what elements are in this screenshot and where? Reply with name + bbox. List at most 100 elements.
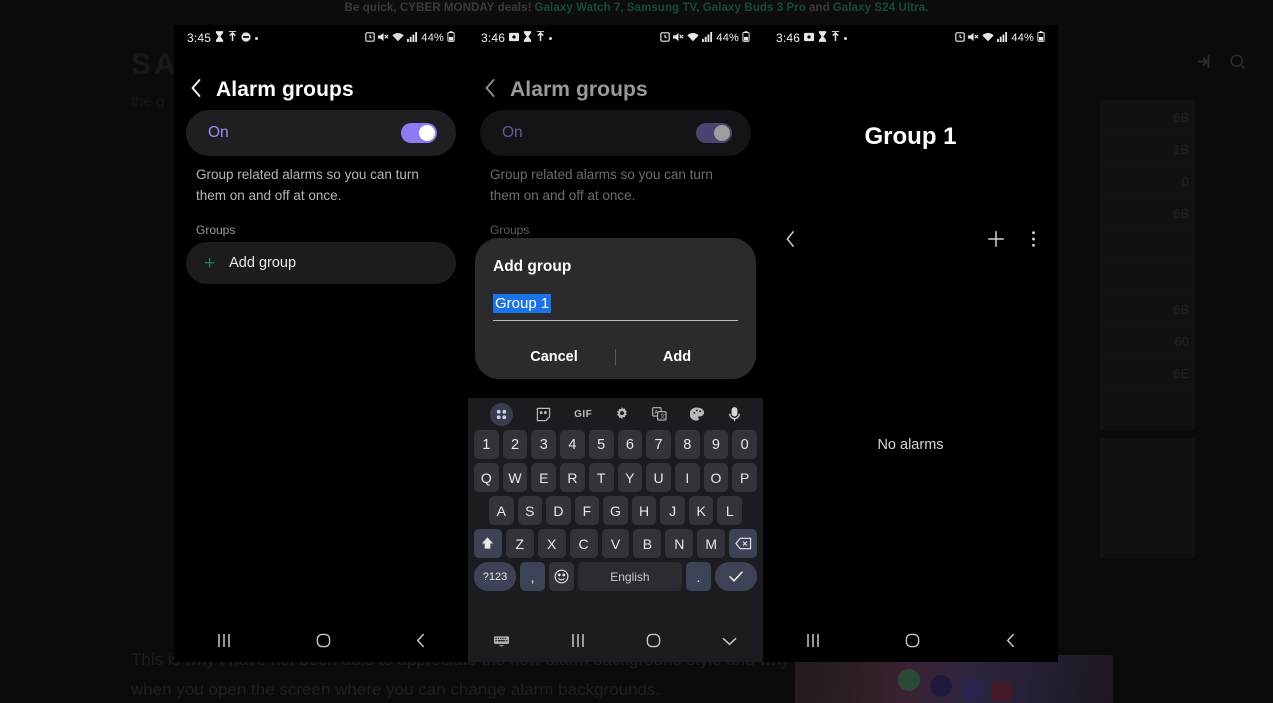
settings-icon[interactable] xyxy=(615,407,629,421)
key-c[interactable]: C xyxy=(569,529,598,558)
group-name-field[interactable]: Group 1 xyxy=(493,294,738,321)
status-time: 3:45 xyxy=(187,31,212,45)
space-key[interactable]: English xyxy=(577,562,683,591)
hide-keyboard-icon[interactable] xyxy=(494,634,509,652)
key-u[interactable]: U xyxy=(646,463,671,492)
app-bar: Alarm groups xyxy=(468,70,763,110)
key-r[interactable]: R xyxy=(560,463,585,492)
upload-icon xyxy=(228,30,237,45)
key-s[interactable]: S xyxy=(517,496,543,525)
back-arrow-icon[interactable] xyxy=(785,230,796,253)
alarm-icon xyxy=(365,31,376,45)
back-icon[interactable] xyxy=(415,633,426,653)
group-name-input-value[interactable]: Group 1 xyxy=(493,294,552,313)
promo-banner: Be quick, CYBER MONDAY deals! Galaxy Wat… xyxy=(0,0,1273,15)
search-icon[interactable] xyxy=(1228,52,1247,71)
key-v[interactable]: V xyxy=(601,529,630,558)
camera-app-icon xyxy=(992,682,1012,702)
shift-icon[interactable] xyxy=(474,529,502,558)
key-l[interactable]: L xyxy=(717,496,743,525)
promo-link-tv[interactable]: Samsung TV, xyxy=(627,2,700,14)
battery-percent: 44% xyxy=(716,32,739,44)
recents-icon[interactable] xyxy=(570,633,586,653)
keyboard-modes-icon[interactable] xyxy=(490,402,514,426)
key-n[interactable]: N xyxy=(665,529,694,558)
alarm-groups-toggle-card[interactable]: On xyxy=(480,110,751,156)
alarm-groups-toggle-card[interactable]: On xyxy=(186,110,456,156)
back-arrow-icon[interactable] xyxy=(484,78,496,103)
sticker-icon[interactable] xyxy=(536,407,551,422)
key-1[interactable]: 1 xyxy=(473,430,499,459)
key-i[interactable]: I xyxy=(674,463,700,492)
back-arrow-icon[interactable] xyxy=(190,78,202,103)
description-text: Group related alarms so you can turn the… xyxy=(196,167,419,203)
promo-link-buds[interactable]: Galaxy Buds 3 Pro xyxy=(703,2,806,14)
table-row: 6B xyxy=(1100,198,1195,230)
recents-icon[interactable] xyxy=(216,633,232,653)
plus-icon[interactable] xyxy=(987,230,1005,253)
key-x[interactable]: X xyxy=(537,529,566,558)
back-icon[interactable] xyxy=(1005,633,1016,653)
theme-icon[interactable] xyxy=(689,407,705,421)
keyboard-row-top: Q W E R T Y U I O P xyxy=(471,463,760,492)
key-z[interactable]: Z xyxy=(505,529,534,558)
key-a[interactable]: A xyxy=(488,496,514,525)
add-group-button[interactable]: + Add group xyxy=(186,242,456,284)
svg-text:文: 文 xyxy=(660,413,666,421)
toggle-switch[interactable] xyxy=(696,123,732,143)
home-icon[interactable] xyxy=(316,633,331,653)
key-d[interactable]: D xyxy=(546,496,571,525)
key-b[interactable]: B xyxy=(633,529,662,558)
key-k[interactable]: K xyxy=(688,496,714,525)
microphone-icon[interactable] xyxy=(728,406,741,422)
key-7[interactable]: 7 xyxy=(646,430,671,459)
panel-1-alarm-groups: 3:45 44% Alarm groups On Group related a… xyxy=(174,25,468,662)
more-vertical-icon[interactable] xyxy=(1031,230,1036,253)
backspace-icon[interactable] xyxy=(729,529,758,558)
key-h[interactable]: H xyxy=(631,496,657,525)
table-row xyxy=(1100,230,1195,262)
battery-percent: 44% xyxy=(421,32,444,44)
key-t[interactable]: T xyxy=(588,463,614,492)
translate-icon[interactable]: A文 xyxy=(652,407,667,421)
key-6[interactable]: 6 xyxy=(617,430,643,459)
key-4[interactable]: 4 xyxy=(560,430,585,459)
chevron-down-icon[interactable] xyxy=(722,634,737,652)
emoji-icon[interactable] xyxy=(548,562,574,591)
recents-icon[interactable] xyxy=(805,633,821,653)
status-bar: 3:46 44% xyxy=(468,25,763,51)
screenshot-root: Be quick, CYBER MONDAY deals! Galaxy Wat… xyxy=(0,0,1273,703)
key-q[interactable]: Q xyxy=(473,463,499,492)
login-icon[interactable] xyxy=(1195,52,1214,71)
hourglass-icon xyxy=(818,31,827,45)
home-icon[interactable] xyxy=(905,633,920,653)
key-period[interactable]: . xyxy=(686,562,711,591)
add-button[interactable]: Add xyxy=(616,349,738,365)
key-w[interactable]: W xyxy=(502,463,528,492)
key-f[interactable]: F xyxy=(574,496,600,525)
on-screen-keyboard: GIF A文 1 2 3 4 5 6 7 8 9 0 Q W E R T Y U… xyxy=(468,398,763,624)
key-y[interactable]: Y xyxy=(617,463,643,492)
home-icon[interactable] xyxy=(646,633,661,653)
key-p[interactable]: P xyxy=(732,463,758,492)
symbols-key[interactable]: ?123 xyxy=(474,562,517,591)
gif-icon[interactable]: GIF xyxy=(574,409,592,420)
key-5[interactable]: 5 xyxy=(588,430,614,459)
promo-link-ultra[interactable]: Galaxy S24 Ultra. xyxy=(833,2,929,14)
key-8[interactable]: 8 xyxy=(674,430,700,459)
enter-icon[interactable] xyxy=(714,562,757,591)
key-o[interactable]: O xyxy=(703,463,729,492)
key-comma[interactable]: , xyxy=(520,562,545,591)
key-0[interactable]: 0 xyxy=(732,430,758,459)
key-e[interactable]: E xyxy=(531,463,557,492)
table-row: 60 xyxy=(1100,326,1195,358)
cancel-button[interactable]: Cancel xyxy=(493,349,615,365)
key-9[interactable]: 9 xyxy=(703,430,729,459)
toggle-switch[interactable] xyxy=(401,123,437,143)
promo-link-watch[interactable]: Galaxy Watch 7, xyxy=(535,2,624,14)
key-m[interactable]: M xyxy=(697,529,726,558)
key-2[interactable]: 2 xyxy=(502,430,528,459)
key-3[interactable]: 3 xyxy=(531,430,557,459)
key-g[interactable]: G xyxy=(603,496,628,525)
key-j[interactable]: J xyxy=(660,496,685,525)
